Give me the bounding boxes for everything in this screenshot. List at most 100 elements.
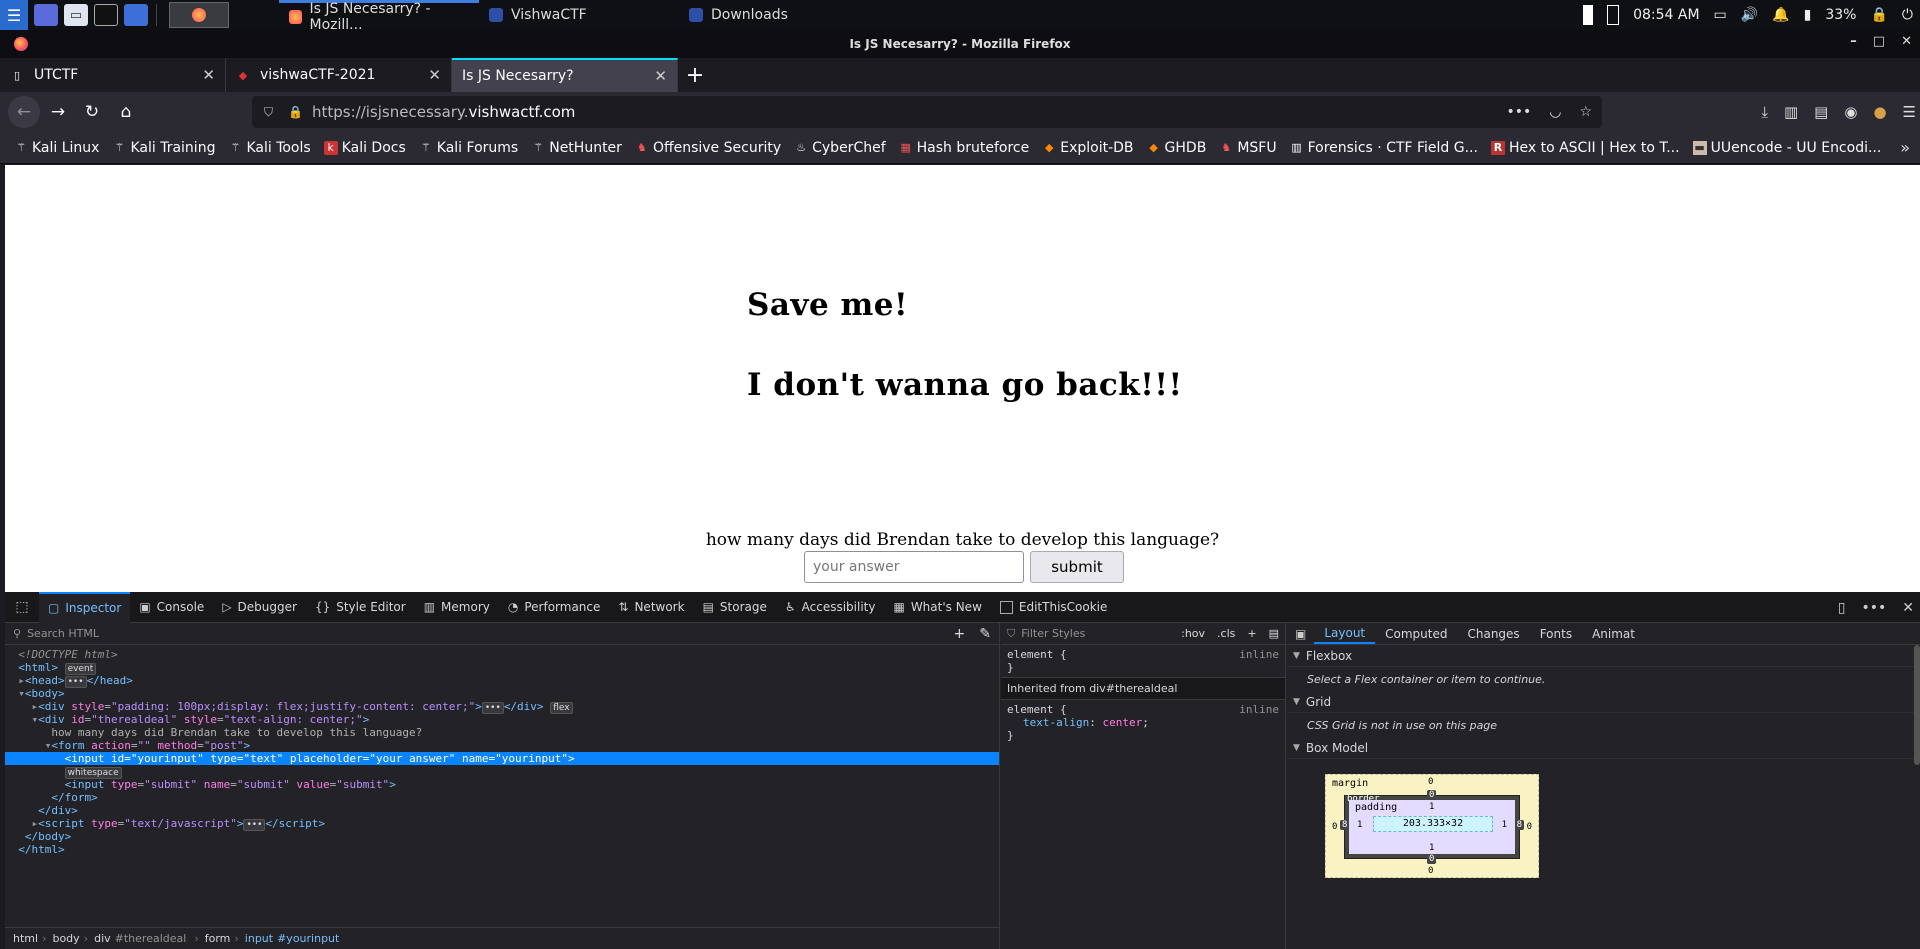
tree-node[interactable]: how many days did Brendan take to develo…: [5, 726, 999, 739]
power-icon[interactable]: ⏻: [1902, 7, 1913, 23]
tab-animations[interactable]: Animat: [1582, 623, 1645, 644]
filter-styles-input[interactable]: Filter Styles: [1021, 627, 1085, 640]
bookmark-item[interactable]: ♞ MSFU: [1219, 140, 1276, 156]
tree-node[interactable]: <input type="submit" name="submit" value…: [5, 778, 999, 791]
clock[interactable]: 08:54 AM: [1633, 7, 1699, 23]
breadcrumb-item[interactable]: html: [13, 932, 38, 945]
toggle-sidebar-icon[interactable]: ▣: [1287, 623, 1314, 644]
bookmark-item[interactable]: R Hex to ASCII | Hex to T...: [1490, 140, 1680, 156]
devtools-tab-whats-new[interactable]: ▦ What's New: [884, 592, 990, 623]
margin-bottom-value[interactable]: 0: [1428, 866, 1433, 876]
new-tab-button[interactable]: +: [678, 58, 712, 92]
border-top-value[interactable]: 0: [1427, 790, 1437, 800]
bookmark-item[interactable]: ▥ Forensics · CTF Field G...: [1290, 140, 1478, 156]
devtools-menu-icon[interactable]: •••: [1861, 600, 1886, 616]
content-size[interactable]: 203.333×32: [1373, 816, 1493, 832]
tree-node[interactable]: <!DOCTYPE html>: [5, 648, 999, 661]
kali-menu-icon[interactable]: ☰: [0, 0, 28, 30]
cookie-extension-icon[interactable]: ●: [1873, 103, 1886, 121]
devtools-tab-debugger[interactable]: ▷ Debugger: [213, 592, 306, 623]
bookmark-item[interactable]: ◆ Exploit-DB: [1042, 140, 1134, 156]
devtools-tab-performance[interactable]: ◔ Performance: [499, 592, 610, 623]
bookmark-item[interactable]: ⚚ Kali Tools: [228, 140, 311, 156]
tree-node[interactable]: </html>: [5, 843, 999, 856]
add-node-icon[interactable]: +: [954, 626, 966, 642]
forward-button[interactable]: →: [42, 96, 74, 128]
devtools-tab-inspector[interactable]: ▢ Inspector: [39, 591, 131, 623]
hov-toggle[interactable]: :hov: [1181, 627, 1205, 640]
battery-icon[interactable]: ▮: [1804, 7, 1812, 23]
page-actions-icon[interactable]: •••: [1506, 104, 1531, 120]
tree-node[interactable]: </div>: [5, 804, 999, 817]
tree-node[interactable]: <html> event: [5, 661, 999, 675]
maximize-icon[interactable]: □: [1873, 34, 1885, 49]
grid-section-header[interactable]: ▼ Grid: [1287, 691, 1920, 713]
back-button[interactable]: ←: [8, 96, 40, 128]
tree-node[interactable]: ▸<script type="text/javascript"> ••• </scr…: [5, 817, 999, 831]
bookmark-item[interactable]: ⚚ Kali Training: [112, 140, 216, 156]
app-launcher-icon[interactable]: [124, 4, 148, 26]
css-rule-inherited[interactable]: element { inline text-align: center; }: [1001, 700, 1285, 745]
devtools-tab-style-editor[interactable]: {} Style Editor: [306, 592, 415, 623]
bookmark-item[interactable]: ⚚ NetHunter: [531, 140, 622, 156]
bookmark-item[interactable]: ♨ CyberChef: [794, 140, 885, 156]
bookmarks-overflow-icon[interactable]: »: [1900, 138, 1910, 157]
answer-input[interactable]: [804, 551, 1024, 583]
downloads-icon[interactable]: ⤓: [1761, 103, 1768, 121]
breadcrumb-item-active[interactable]: input #yourinput: [245, 932, 344, 945]
bookmark-item[interactable]: ▬ UUencode - UU Encodi...: [1692, 140, 1881, 156]
volume-icon[interactable]: 🔊: [1741, 7, 1758, 23]
sidebar-scrollbar[interactable]: [1914, 645, 1920, 765]
tab-utctf[interactable]: ▯ UTCTF ✕: [0, 58, 226, 92]
tab-computed[interactable]: Computed: [1375, 623, 1457, 644]
tab-is-js-necessary[interactable]: Is JS Necesarry? ✕: [452, 58, 678, 92]
bookmark-star-icon[interactable]: ☆: [1579, 104, 1592, 120]
shield-icon[interactable]: ⛉: [264, 105, 280, 120]
tree-node[interactable]: ▸<div style="padding: 100px;display: fle…: [5, 700, 999, 714]
close-devtools-icon[interactable]: ✕: [1902, 600, 1914, 616]
search-html-input[interactable]: Search HTML: [27, 627, 99, 640]
margin-right-value[interactable]: 0: [1527, 822, 1532, 832]
cls-toggle[interactable]: .cls: [1217, 627, 1235, 640]
devtools-tab-console[interactable]: ▣ Console: [130, 592, 213, 623]
padding-bottom-value[interactable]: 1: [1429, 843, 1434, 853]
tree-node-selected[interactable]: <input id="yourinput" type="text" placeh…: [5, 752, 999, 765]
devtools-tab-network[interactable]: ⇅ Network: [609, 592, 693, 623]
workspace-switcher[interactable]: [169, 2, 229, 28]
tree-node[interactable]: ▾<body>: [5, 687, 999, 700]
border-left-value[interactable]: 8: [1340, 820, 1350, 830]
tab-vishwactf[interactable]: ◆ vishwaCTF-2021 ✕: [226, 58, 452, 92]
flexbox-section-header[interactable]: ▼ Flexbox: [1287, 645, 1920, 667]
css-rule-element[interactable]: element { inline }: [1001, 645, 1285, 677]
dock-side-icon[interactable]: ▯: [1838, 600, 1846, 616]
minimize-icon[interactable]: –: [1850, 34, 1857, 49]
bookmark-item[interactable]: ⚚ Kali Forums: [419, 140, 518, 156]
home-button[interactable]: ⌂: [110, 96, 142, 128]
url-bar[interactable]: ⛉ 🔒 https://isjsnecessary. vishwactf.com …: [252, 96, 1602, 128]
display-icon[interactable]: ▭: [1714, 7, 1727, 23]
devtools-tab-storage[interactable]: ▤ Storage: [694, 592, 776, 623]
breadcrumb-item[interactable]: body: [52, 932, 79, 945]
padding-top-value[interactable]: 1: [1429, 802, 1434, 812]
hamburger-menu-icon[interactable]: ☰: [1903, 103, 1916, 121]
notification-bell-icon[interactable]: 🔔: [1772, 7, 1789, 23]
library-icon[interactable]: ▥: [1784, 103, 1798, 121]
css-property[interactable]: text-align: [1023, 716, 1089, 729]
add-rule-icon[interactable]: +: [1247, 627, 1256, 640]
reload-button[interactable]: ↻: [76, 96, 108, 128]
submit-button[interactable]: submit: [1030, 551, 1124, 583]
task-firefox[interactable]: Is JS Necesarry? - Mozill...: [279, 0, 479, 33]
bookmark-item[interactable]: ▦ Hash bruteforce: [899, 140, 1029, 156]
close-tab-icon[interactable]: ✕: [202, 66, 215, 84]
search-html-bar[interactable]: ⚲ Search HTML + ✎: [5, 623, 999, 645]
tab-changes[interactable]: Changes: [1457, 623, 1529, 644]
border-right-value[interactable]: 8: [1514, 820, 1524, 830]
css-value[interactable]: center: [1102, 716, 1142, 729]
tree-node[interactable]: ▾<form action="" method="post">: [5, 739, 999, 752]
lock-icon[interactable]: 🔒: [1870, 7, 1887, 23]
breadcrumb-item[interactable]: form: [205, 932, 231, 945]
element-picker-icon[interactable]: ⬚: [5, 599, 39, 615]
close-tab-icon[interactable]: ✕: [428, 66, 441, 84]
bookmark-item[interactable]: ◆ GHDB: [1147, 140, 1206, 156]
tree-node[interactable]: ▾<div id="therealdeal" style="text-align…: [5, 713, 999, 726]
